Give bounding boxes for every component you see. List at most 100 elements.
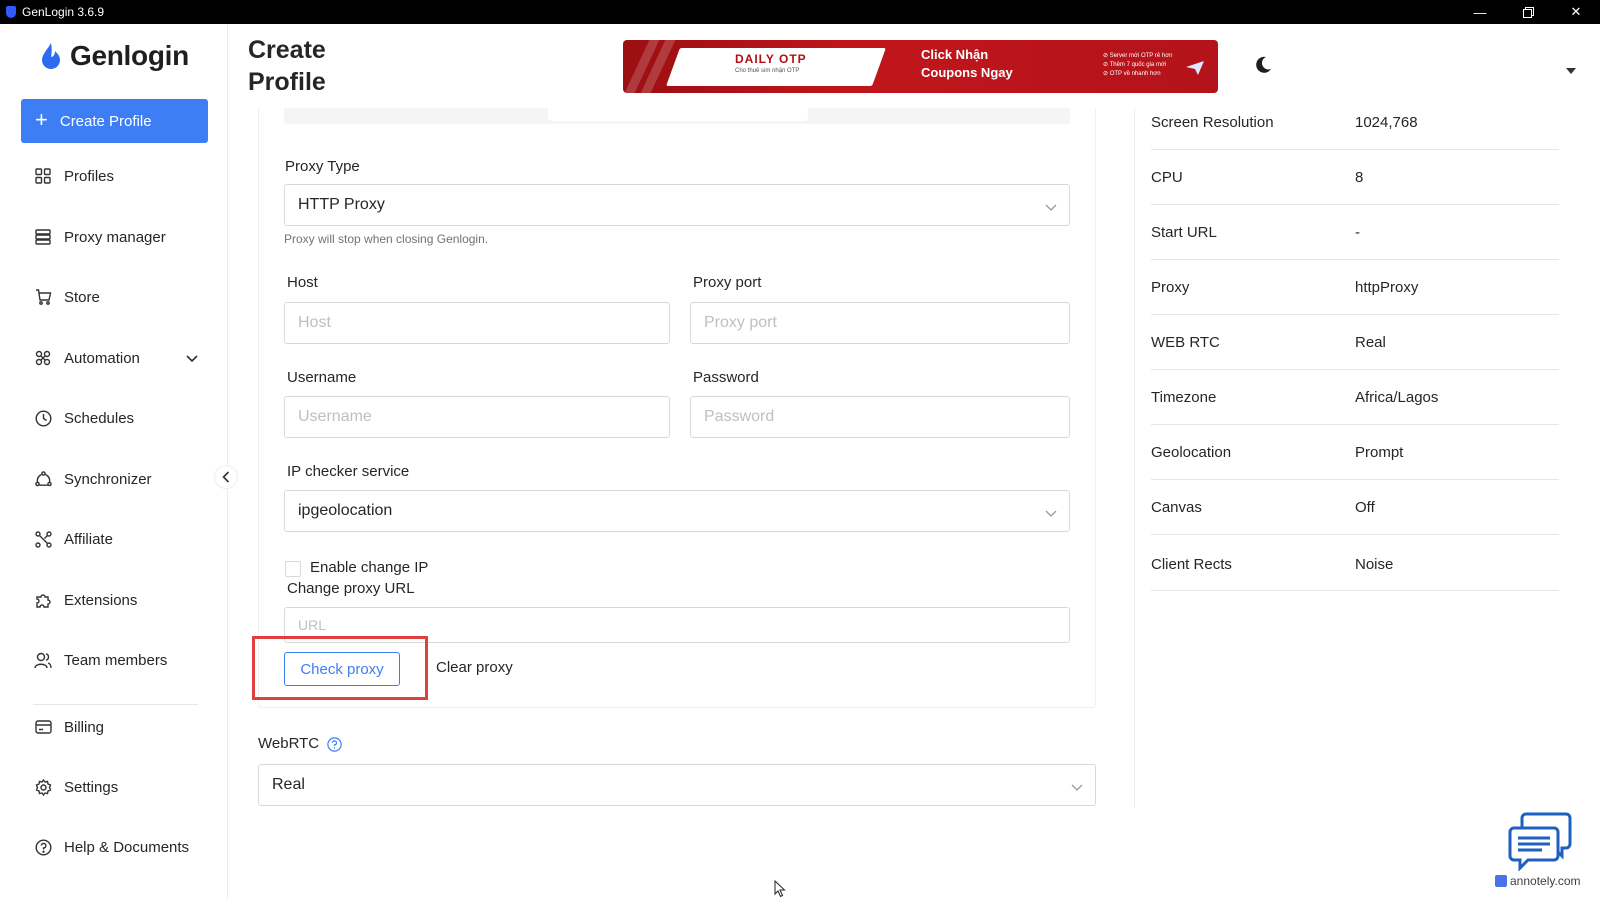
summary-value: -: [1355, 224, 1360, 241]
summary-key: WEB RTC: [1151, 334, 1220, 351]
password-input[interactable]: Password: [690, 396, 1070, 438]
check-proxy-button[interactable]: Check proxy: [284, 652, 400, 686]
minimize-icon[interactable]: —: [1456, 0, 1504, 24]
gear-icon: [34, 778, 52, 796]
profile-form: Proxy Type HTTP Proxy Proxy will stop wh…: [248, 108, 1128, 900]
grid-icon: [34, 167, 52, 185]
host-input[interactable]: Host: [284, 302, 670, 344]
annotely-icon: [1495, 875, 1507, 887]
username-placeholder: Username: [298, 408, 372, 425]
brand-logo[interactable]: Genlogin: [40, 40, 189, 72]
window-controls: — ✕: [1456, 0, 1600, 24]
summary-row: Timezone Africa/Lagos: [1151, 370, 1559, 425]
page-title: Create Profile: [248, 34, 388, 98]
app-icon: [6, 6, 16, 18]
create-profile-label: Create Profile: [59, 112, 152, 130]
sidebar-item-label: Team members: [64, 651, 168, 669]
banner-bullet: ⊘ Thêm 7 quốc gia mới: [1103, 62, 1167, 68]
summary-row: Client Rects Noise: [1151, 535, 1559, 591]
sidebar-collapse-button[interactable]: [214, 465, 238, 489]
chevron-left-icon: [222, 471, 230, 483]
summary-row: Screen Resolution 1024,768: [1151, 95, 1559, 150]
sidebar-item-team-members[interactable]: Team members: [34, 645, 204, 675]
username-label: Username: [287, 369, 357, 386]
sidebar-item-proxy-manager[interactable]: Proxy manager: [34, 222, 204, 252]
plus-icon: +: [35, 107, 48, 132]
proxy-port-placeholder: Proxy port: [704, 314, 777, 331]
sidebar-item-extensions[interactable]: Extensions: [34, 585, 204, 615]
username-input[interactable]: Username: [284, 396, 670, 438]
sidebar-item-billing[interactable]: Billing: [34, 712, 204, 742]
chevron-down-icon: [1045, 505, 1057, 523]
webrtc-select[interactable]: Real: [258, 764, 1096, 806]
window-titlebar: GenLogin 3.6.9 — ✕: [0, 0, 1600, 24]
clock-icon: [34, 409, 52, 427]
summary-value: 1024,768: [1355, 114, 1418, 131]
sidebar-item-label: Synchronizer: [64, 470, 152, 488]
proxy-type-label: Proxy Type: [285, 158, 360, 175]
sidebar-item-label: Proxy manager: [64, 228, 166, 246]
summary-key: Geolocation: [1151, 444, 1232, 461]
sidebar-item-affiliate[interactable]: Affiliate: [34, 524, 204, 554]
help-icon: [34, 838, 52, 856]
sidebar-item-profiles[interactable]: Profiles: [34, 161, 204, 191]
sidebar-item-label: Billing: [64, 718, 105, 736]
sidebar-item-automation[interactable]: Automation: [34, 343, 204, 373]
question-circle-icon[interactable]: [327, 737, 342, 752]
summary-value: Real: [1355, 334, 1386, 351]
chat-support-icon[interactable]: [1508, 810, 1572, 872]
clear-proxy-button[interactable]: Clear proxy: [436, 659, 513, 676]
sidebar-item-settings[interactable]: Settings: [34, 772, 204, 802]
create-profile-button[interactable]: + Create Profile: [21, 99, 208, 143]
ip-checker-value: ipgeolocation: [298, 502, 393, 519]
enable-change-ip-checkbox[interactable]: [285, 561, 301, 577]
restore-icon[interactable]: [1504, 0, 1552, 24]
window-title: GenLogin 3.6.9: [22, 5, 105, 19]
sidebar-item-label: Schedules: [64, 409, 135, 427]
webrtc-label: WebRTC: [258, 735, 320, 752]
proxy-mode-tab-active[interactable]: [548, 108, 808, 121]
summary-row: Geolocation Prompt: [1151, 425, 1559, 480]
summary-row: CPU 8: [1151, 150, 1559, 205]
change-proxy-url-label: Change proxy URL: [287, 580, 415, 597]
affiliate-icon: [34, 530, 52, 548]
summary-value: Africa/Lagos: [1355, 389, 1439, 406]
watermark: annotely.com: [1495, 874, 1580, 888]
banner-cta: Click Nhận Coupons Ngay: [921, 46, 1013, 82]
sidebar-item-label: Store: [64, 288, 100, 306]
sidebar-item-help-documents[interactable]: Help & Documents: [34, 832, 204, 862]
panel-divider: [1134, 108, 1135, 808]
sidebar-item-label: Automation: [64, 349, 140, 367]
cart-icon: [34, 288, 52, 306]
sidebar-item-label: Affiliate: [64, 530, 113, 548]
close-icon[interactable]: ✕: [1552, 0, 1600, 24]
banner-brand: DAILY OTP: [735, 52, 807, 66]
proxy-hint: Proxy will stop when closing Genlogin.: [284, 232, 489, 246]
sidebar-item-label: Extensions: [64, 591, 138, 609]
dark-mode-icon[interactable]: [1253, 55, 1273, 75]
sidebar: Genlogin + Create Profile Profiles Proxy…: [0, 24, 238, 900]
banner-bullet: ⊘ OTP về nhanh hơn: [1103, 71, 1161, 77]
brand-name: Genlogin: [70, 40, 189, 71]
summary-row: Start URL -: [1151, 205, 1559, 260]
proxy-type-select[interactable]: HTTP Proxy: [284, 184, 1070, 226]
password-placeholder: Password: [704, 408, 775, 425]
sidebar-item-schedules[interactable]: Schedules: [34, 403, 204, 433]
banner-cta-line1: Click Nhận: [921, 47, 989, 62]
banner-cta-line2: Coupons Ngay: [921, 65, 1013, 80]
proxy-port-label: Proxy port: [693, 274, 762, 291]
proxy-port-input[interactable]: Proxy port: [690, 302, 1070, 344]
account-dropdown-icon[interactable]: [1565, 62, 1577, 80]
summary-key: Client Rects: [1151, 556, 1232, 573]
sidebar-item-synchronizer[interactable]: Synchronizer: [34, 464, 204, 494]
summary-key: Start URL: [1151, 224, 1217, 241]
proxy-type-value: HTTP Proxy: [298, 196, 385, 213]
automation-icon: [34, 349, 52, 367]
ip-checker-select[interactable]: ipgeolocation: [284, 490, 1070, 532]
sidebar-item-store[interactable]: Store: [34, 282, 204, 312]
summary-row: Proxy httpProxy: [1151, 260, 1559, 315]
paper-plane-icon: [1186, 61, 1204, 75]
sync-icon: [34, 470, 52, 488]
promo-banner[interactable]: DAILY OTP Cho thuê sim nhận OTP Click Nh…: [623, 40, 1218, 93]
ip-checker-label: IP checker service: [287, 463, 410, 480]
